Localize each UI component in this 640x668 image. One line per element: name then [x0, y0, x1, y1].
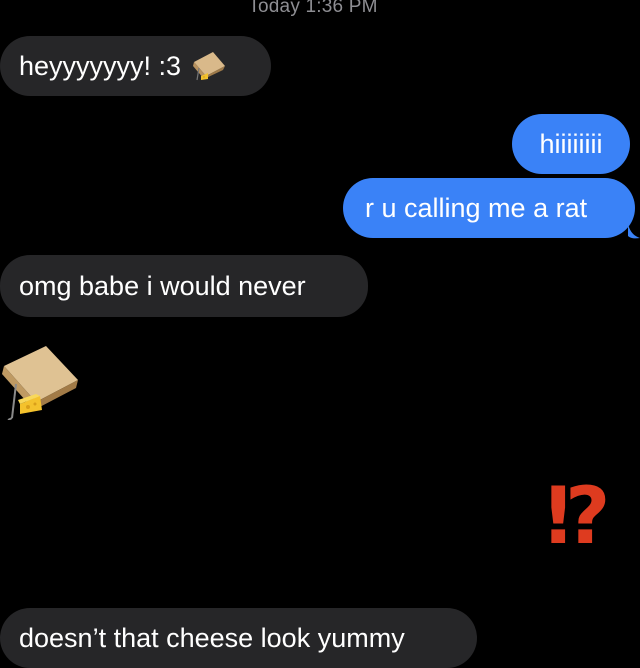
incoming-message-bubble[interactable]: omg babe i would never	[0, 255, 368, 317]
message-text: doesn’t that cheese look yummy	[19, 622, 405, 653]
message-text: r u calling me a rat	[365, 192, 588, 223]
mousetrap-icon	[2, 346, 78, 421]
message-timestamp: Today 1:36 PM	[248, 0, 378, 17]
outgoing-message-bubble[interactable]: hiiiiiiii	[512, 114, 630, 174]
incoming-message-bubble[interactable]: heyyyyyyy! :3	[0, 36, 271, 96]
bubble-tail-icon	[628, 224, 640, 239]
mousetrap-icon	[191, 50, 227, 82]
incoming-message-bubble[interactable]: doesn’t that cheese look yummy	[0, 608, 477, 668]
outgoing-message-bubble[interactable]: r u calling me a rat	[343, 178, 635, 238]
mousetrap-emoji-message[interactable]	[0, 340, 84, 421]
message-text: heyyyyyyy! :3	[19, 50, 182, 81]
message-text: omg babe i would never	[19, 270, 306, 301]
exclamation-question-icon[interactable]: ⁉	[546, 478, 611, 556]
message-text: hiiiiiiii	[539, 128, 603, 159]
